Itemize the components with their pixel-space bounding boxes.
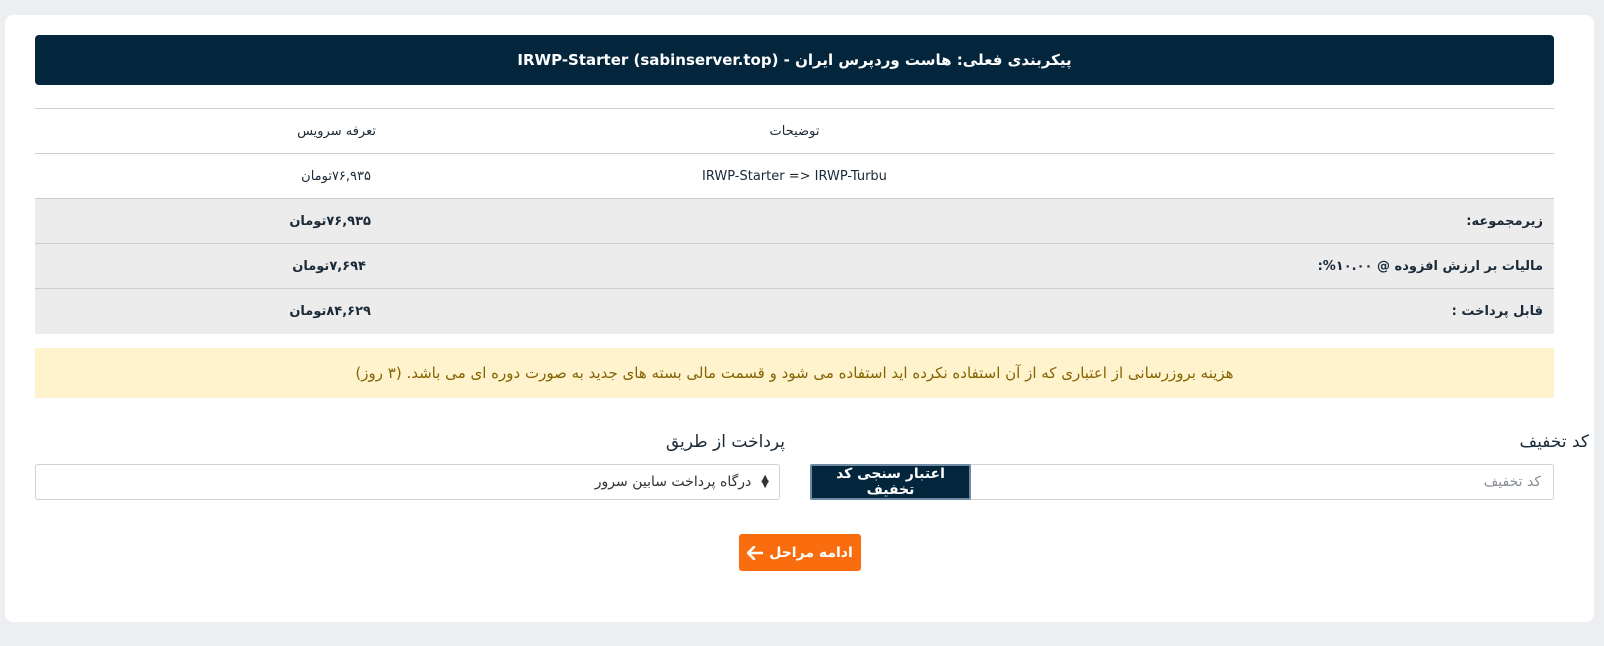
subtotal-value: ۷۶,۹۳۵تومان [289,214,371,229]
arrow-left-icon [747,545,764,560]
table-row-total: قابل پرداخت : ۸۴,۶۲۹تومان [35,288,1554,334]
column-description: توضیحات [769,124,820,139]
subtotal-label: زیرمجموعه: [1466,214,1543,229]
continue-label: ادامه مراحل [769,544,853,561]
upgrade-notice-text: هزینه بروزرسانی از اعتباری که از آن استف… [355,364,1234,382]
payment-method-value: درگاه پرداخت سابین سرور [594,474,752,490]
coupon-group: اعتبار سنجی کد تخفیف [810,464,1554,500]
item-description: IRWP-Starter => IRWP-Turbu [702,169,887,184]
select-arrows-icon: ▲ ▼ [761,473,769,490]
table-row-tax: مالیات بر ارزش افزوده @ ۱۰.۰۰%: ۷,۶۹۴توم… [35,243,1554,289]
payment-method-select[interactable]: ▲ ▼ درگاه پرداخت سابین سرور [35,464,780,500]
coupon-input[interactable] [971,465,1553,499]
continue-button[interactable]: ادامه مراحل [739,534,861,571]
tax-value: ۷,۶۹۴تومان [292,259,366,274]
total-label: قابل پرداخت : [1451,304,1543,319]
validate-coupon-button[interactable]: اعتبار سنجی کد تخفیف [810,464,971,500]
table-header-row: توضیحات تعرفه سرویس [35,108,1554,154]
table-row-item: IRWP-Starter => IRWP-Turbu ۷۶,۹۳۵تومان [35,153,1554,199]
current-config-header: پیکربندی فعلی: هاست وردپرس ایران - IRWP-… [35,35,1554,85]
upgrade-notice: هزینه بروزرسانی از اعتباری که از آن استف… [35,348,1554,398]
total-value: ۸۴,۶۲۹تومان [289,304,371,319]
current-config-title: پیکربندی فعلی: هاست وردپرس ایران - IRWP-… [517,51,1072,69]
item-price: ۷۶,۹۳۵تومان [301,169,371,184]
coupon-label: کد تخفیف [1519,432,1589,452]
tax-label: مالیات بر ارزش افزوده @ ۱۰.۰۰%: [1317,259,1543,274]
column-price: تعرفه سرویس [297,124,376,139]
payment-method-label: پرداخت از طریق [665,432,785,452]
table-row-subtotal: زیرمجموعه: ۷۶,۹۳۵تومان [35,198,1554,244]
